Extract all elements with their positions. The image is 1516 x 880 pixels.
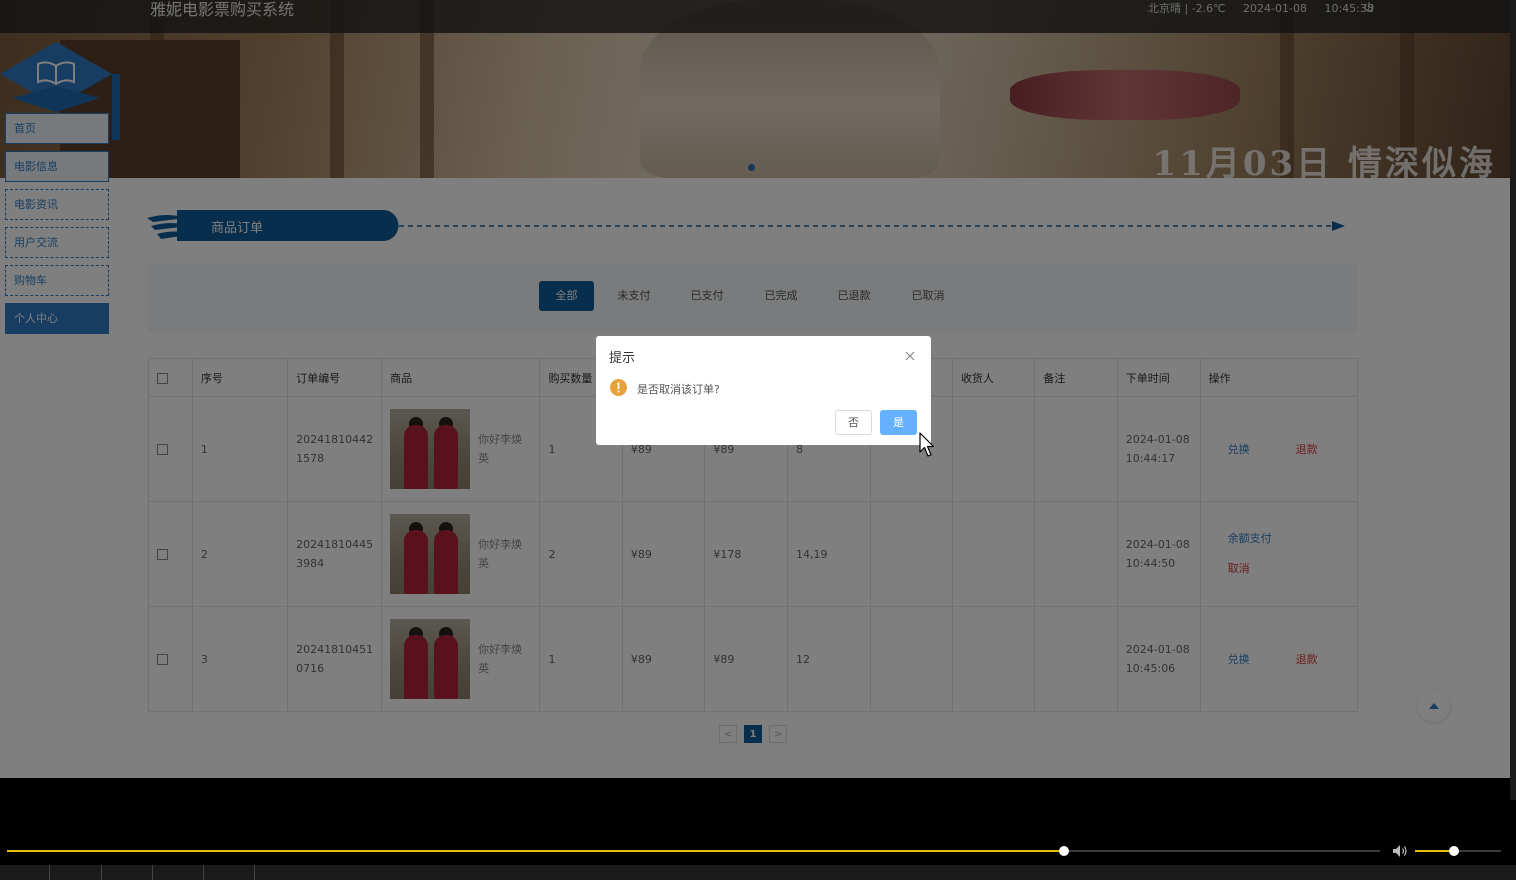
confirm-dialog: 提示 是否取消该订单? 否 是 bbox=[596, 336, 931, 445]
toolbar-divider bbox=[203, 865, 204, 880]
dialog-title: 提示 bbox=[609, 351, 636, 366]
web-page: 11月03日 情深似海 雅妮电影票购买系统 北京晴 | -2.6℃ 2024-0… bbox=[0, 0, 1510, 778]
player-toolbar bbox=[0, 865, 1516, 880]
toolbar-divider bbox=[254, 865, 255, 880]
progress-fill bbox=[7, 850, 1064, 852]
toolbar-divider bbox=[49, 865, 50, 880]
screen: 11月03日 情深似海 雅妮电影票购买系统 北京晴 | -2.6℃ 2024-0… bbox=[0, 0, 1516, 880]
cancel-button[interactable]: 否 bbox=[835, 410, 872, 435]
progress-handle[interactable] bbox=[1059, 846, 1069, 856]
toolbar-divider bbox=[101, 865, 102, 880]
mouse-cursor-icon bbox=[919, 432, 935, 457]
volume-handle[interactable] bbox=[1449, 846, 1459, 856]
close-icon[interactable] bbox=[902, 348, 918, 364]
dialog-message: 是否取消该订单? bbox=[637, 383, 720, 396]
toolbar-divider bbox=[152, 865, 153, 880]
warning-icon bbox=[610, 379, 627, 396]
window-edge bbox=[1510, 0, 1516, 800]
volume-icon[interactable] bbox=[1392, 844, 1408, 858]
video-player-controls bbox=[0, 800, 1516, 880]
confirm-button[interactable]: 是 bbox=[880, 410, 917, 435]
